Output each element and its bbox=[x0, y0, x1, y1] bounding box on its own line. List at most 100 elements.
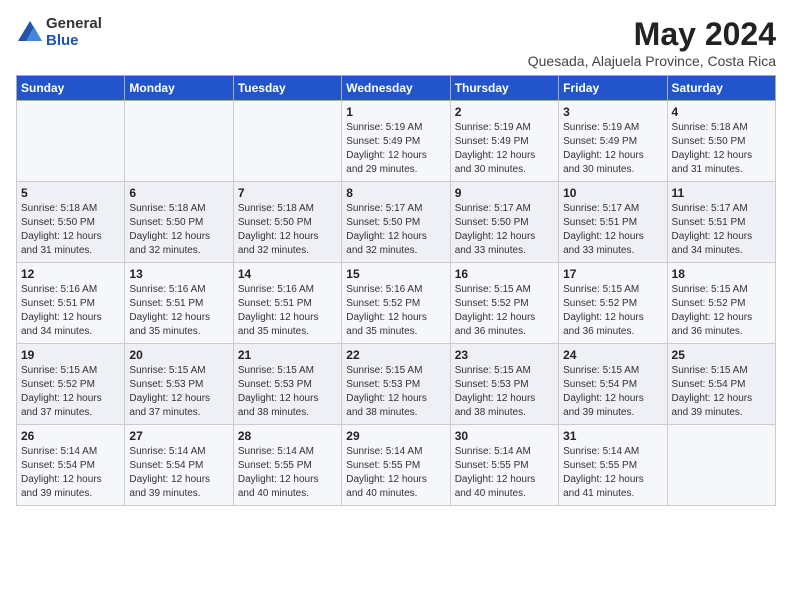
day-info: Sunrise: 5:15 AMSunset: 5:52 PMDaylight:… bbox=[21, 364, 120, 420]
day-number: 26 bbox=[21, 429, 120, 443]
day-number: 14 bbox=[238, 267, 337, 281]
day-number: 9 bbox=[455, 186, 554, 200]
calendar-cell: 22 Sunrise: 5:15 AMSunset: 5:53 PMDayligh… bbox=[342, 344, 450, 425]
calendar-table: Sunday Monday Tuesday Wednesday Thursday… bbox=[16, 75, 776, 506]
calendar-cell: 27 Sunrise: 5:14 AMSunset: 5:54 PMDayligh… bbox=[125, 425, 233, 506]
day-number: 5 bbox=[21, 186, 120, 200]
day-number: 27 bbox=[129, 429, 228, 443]
day-number: 16 bbox=[455, 267, 554, 281]
day-number: 19 bbox=[21, 348, 120, 362]
day-number: 13 bbox=[129, 267, 228, 281]
day-number: 10 bbox=[563, 186, 662, 200]
day-info: Sunrise: 5:15 AMSunset: 5:53 PMDaylight:… bbox=[129, 364, 228, 420]
day-info: Sunrise: 5:14 AMSunset: 5:54 PMDaylight:… bbox=[129, 445, 228, 501]
day-info: Sunrise: 5:18 AMSunset: 5:50 PMDaylight:… bbox=[129, 202, 228, 258]
calendar-cell bbox=[125, 101, 233, 182]
day-info: Sunrise: 5:15 AMSunset: 5:53 PMDaylight:… bbox=[238, 364, 337, 420]
day-number: 23 bbox=[455, 348, 554, 362]
day-number: 8 bbox=[346, 186, 445, 200]
day-info: Sunrise: 5:15 AMSunset: 5:52 PMDaylight:… bbox=[563, 283, 662, 339]
day-number: 7 bbox=[238, 186, 337, 200]
day-number: 17 bbox=[563, 267, 662, 281]
day-info: Sunrise: 5:15 AMSunset: 5:54 PMDaylight:… bbox=[563, 364, 662, 420]
day-info: Sunrise: 5:18 AMSunset: 5:50 PMDaylight:… bbox=[238, 202, 337, 258]
day-info: Sunrise: 5:17 AMSunset: 5:50 PMDaylight:… bbox=[455, 202, 554, 258]
calendar-location: Quesada, Alajuela Province, Costa Rica bbox=[528, 53, 776, 69]
page-header: General Blue May 2024 Quesada, Alajuela … bbox=[16, 16, 776, 69]
day-info: Sunrise: 5:19 AMSunset: 5:49 PMDaylight:… bbox=[563, 121, 662, 177]
col-monday: Monday bbox=[125, 76, 233, 101]
calendar-cell: 3Sunrise: 5:19 AMSunset: 5:49 PMDaylight… bbox=[559, 101, 667, 182]
logo-icon bbox=[16, 19, 44, 47]
day-info: Sunrise: 5:14 AMSunset: 5:55 PMDaylight:… bbox=[238, 445, 337, 501]
calendar-cell: 6 Sunrise: 5:18 AMSunset: 5:50 PMDaylight… bbox=[125, 182, 233, 263]
calendar-cell: 24Sunrise: 5:15 AMSunset: 5:54 PMDayligh… bbox=[559, 344, 667, 425]
calendar-cell: 17 Sunrise: 5:15 AMSunset: 5:52 PMDayligh… bbox=[559, 263, 667, 344]
day-number: 2 bbox=[455, 105, 554, 119]
calendar-cell: 15Sunrise: 5:16 AMSunset: 5:52 PMDayligh… bbox=[342, 263, 450, 344]
calendar-cell: 5 Sunrise: 5:18 AMSunset: 5:50 PMDaylight… bbox=[17, 182, 125, 263]
logo-blue-text: Blue bbox=[46, 33, 102, 50]
calendar-cell: 21 Sunrise: 5:15 AMSunset: 5:53 PMDayligh… bbox=[233, 344, 341, 425]
calendar-cell: 28Sunrise: 5:14 AMSunset: 5:55 PMDayligh… bbox=[233, 425, 341, 506]
day-info: Sunrise: 5:14 AMSunset: 5:54 PMDaylight:… bbox=[21, 445, 120, 501]
calendar-cell: 20 Sunrise: 5:15 AMSunset: 5:53 PMDayligh… bbox=[125, 344, 233, 425]
day-info: Sunrise: 5:15 AMSunset: 5:52 PMDaylight:… bbox=[672, 283, 771, 339]
day-info: Sunrise: 5:16 AMSunset: 5:51 PMDaylight:… bbox=[21, 283, 120, 339]
calendar-cell: 1 Sunrise: 5:19 AMSunset: 5:49 PMDaylight… bbox=[342, 101, 450, 182]
day-info: Sunrise: 5:16 AMSunset: 5:52 PMDaylight:… bbox=[346, 283, 445, 339]
day-number: 21 bbox=[238, 348, 337, 362]
calendar-week-3: 12 Sunrise: 5:16 AMSunset: 5:51 PMDayligh… bbox=[17, 263, 776, 344]
calendar-body: 1 Sunrise: 5:19 AMSunset: 5:49 PMDaylight… bbox=[17, 101, 776, 506]
calendar-cell: 18Sunrise: 5:15 AMSunset: 5:52 PMDayligh… bbox=[667, 263, 775, 344]
day-info: Sunrise: 5:14 AMSunset: 5:55 PMDaylight:… bbox=[563, 445, 662, 501]
day-number: 6 bbox=[129, 186, 228, 200]
calendar-cell: 7 Sunrise: 5:18 AMSunset: 5:50 PMDaylight… bbox=[233, 182, 341, 263]
day-info: Sunrise: 5:15 AMSunset: 5:52 PMDaylight:… bbox=[455, 283, 554, 339]
calendar-cell: 25Sunrise: 5:15 AMSunset: 5:54 PMDayligh… bbox=[667, 344, 775, 425]
col-friday: Friday bbox=[559, 76, 667, 101]
calendar-cell bbox=[233, 101, 341, 182]
col-saturday: Saturday bbox=[667, 76, 775, 101]
day-number: 12 bbox=[21, 267, 120, 281]
calendar-week-1: 1 Sunrise: 5:19 AMSunset: 5:49 PMDaylight… bbox=[17, 101, 776, 182]
day-info: Sunrise: 5:17 AMSunset: 5:50 PMDaylight:… bbox=[346, 202, 445, 258]
day-info: Sunrise: 5:16 AMSunset: 5:51 PMDaylight:… bbox=[238, 283, 337, 339]
calendar-header-row: Sunday Monday Tuesday Wednesday Thursday… bbox=[17, 76, 776, 101]
calendar-cell: 11 Sunrise: 5:17 AMSunset: 5:51 PMDayligh… bbox=[667, 182, 775, 263]
day-number: 22 bbox=[346, 348, 445, 362]
calendar-cell: 30 Sunrise: 5:14 AMSunset: 5:55 PMDayligh… bbox=[450, 425, 558, 506]
calendar-week-5: 26 Sunrise: 5:14 AMSunset: 5:54 PMDayligh… bbox=[17, 425, 776, 506]
calendar-cell: 31 Sunrise: 5:14 AMSunset: 5:55 PMDayligh… bbox=[559, 425, 667, 506]
logo-text: General Blue bbox=[46, 16, 102, 49]
calendar-cell bbox=[667, 425, 775, 506]
calendar-cell: 4Sunrise: 5:18 AMSunset: 5:50 PMDaylight… bbox=[667, 101, 775, 182]
day-info: Sunrise: 5:15 AMSunset: 5:53 PMDaylight:… bbox=[346, 364, 445, 420]
calendar-cell: 23 Sunrise: 5:15 AMSunset: 5:53 PMDayligh… bbox=[450, 344, 558, 425]
calendar-week-2: 5 Sunrise: 5:18 AMSunset: 5:50 PMDaylight… bbox=[17, 182, 776, 263]
calendar-cell: 13 Sunrise: 5:16 AMSunset: 5:51 PMDayligh… bbox=[125, 263, 233, 344]
day-info: Sunrise: 5:15 AMSunset: 5:53 PMDaylight:… bbox=[455, 364, 554, 420]
day-number: 1 bbox=[346, 105, 445, 119]
col-tuesday: Tuesday bbox=[233, 76, 341, 101]
day-info: Sunrise: 5:16 AMSunset: 5:51 PMDaylight:… bbox=[129, 283, 228, 339]
calendar-cell: 12 Sunrise: 5:16 AMSunset: 5:51 PMDayligh… bbox=[17, 263, 125, 344]
day-info: Sunrise: 5:17 AMSunset: 5:51 PMDaylight:… bbox=[672, 202, 771, 258]
day-number: 20 bbox=[129, 348, 228, 362]
calendar-cell: 19 Sunrise: 5:15 AMSunset: 5:52 PMDayligh… bbox=[17, 344, 125, 425]
day-info: Sunrise: 5:17 AMSunset: 5:51 PMDaylight:… bbox=[563, 202, 662, 258]
day-number: 11 bbox=[672, 186, 771, 200]
day-info: Sunrise: 5:19 AMSunset: 5:49 PMDaylight:… bbox=[346, 121, 445, 177]
calendar-cell: 2Sunrise: 5:19 AMSunset: 5:49 PMDaylight… bbox=[450, 101, 558, 182]
title-block: May 2024 Quesada, Alajuela Province, Cos… bbox=[528, 16, 776, 69]
day-info: Sunrise: 5:18 AMSunset: 5:50 PMDaylight:… bbox=[672, 121, 771, 177]
day-number: 30 bbox=[455, 429, 554, 443]
day-number: 31 bbox=[563, 429, 662, 443]
calendar-cell: 8 Sunrise: 5:17 AMSunset: 5:50 PMDaylight… bbox=[342, 182, 450, 263]
day-info: Sunrise: 5:14 AMSunset: 5:55 PMDaylight:… bbox=[455, 445, 554, 501]
calendar-cell: 10 Sunrise: 5:17 AMSunset: 5:51 PMDayligh… bbox=[559, 182, 667, 263]
day-number: 25 bbox=[672, 348, 771, 362]
calendar-cell: 9 Sunrise: 5:17 AMSunset: 5:50 PMDaylight… bbox=[450, 182, 558, 263]
day-info: Sunrise: 5:18 AMSunset: 5:50 PMDaylight:… bbox=[21, 202, 120, 258]
day-number: 29 bbox=[346, 429, 445, 443]
